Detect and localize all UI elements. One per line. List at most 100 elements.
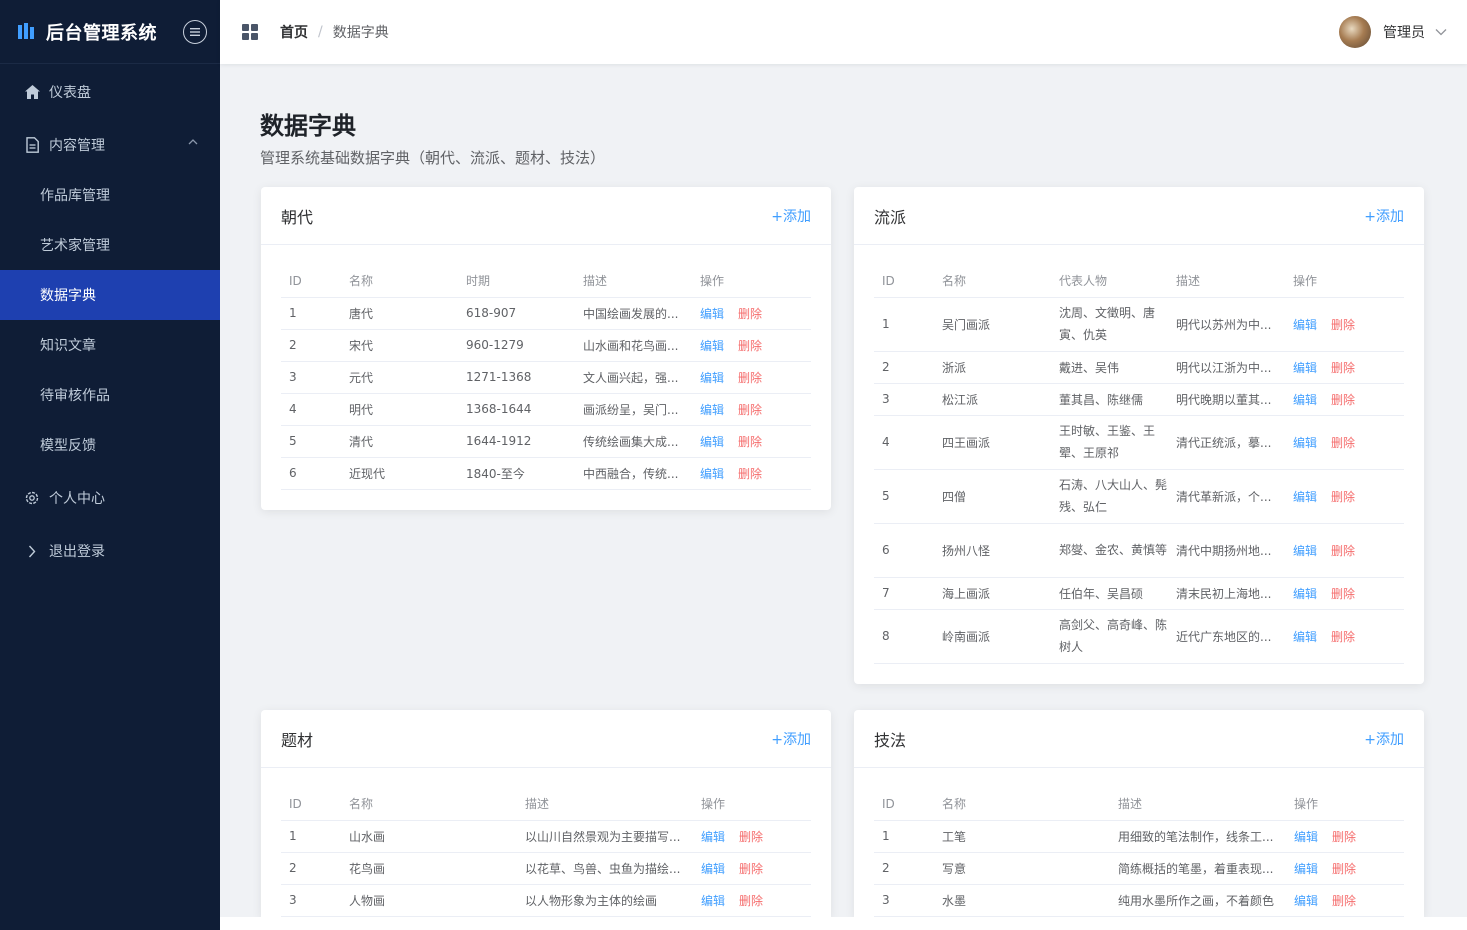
home-icon bbox=[24, 84, 40, 100]
edit-link[interactable]: 编辑 bbox=[700, 307, 724, 321]
edit-link[interactable]: 编辑 bbox=[701, 830, 725, 844]
edit-link[interactable]: 编辑 bbox=[1293, 587, 1317, 601]
sidebar-item-artworks[interactable]: 作品库管理 bbox=[0, 170, 220, 220]
chevron-down-icon[interactable] bbox=[1435, 28, 1447, 36]
delete-link[interactable]: 删除 bbox=[738, 435, 762, 449]
sidebar-item-feedback[interactable]: 模型反馈 bbox=[0, 420, 220, 470]
sidebar-item-artists[interactable]: 艺术家管理 bbox=[0, 220, 220, 270]
sidebar-item-content[interactable]: 内容管理 bbox=[0, 120, 220, 170]
cell-desc: 用细致的笔法制作，线条工... bbox=[1110, 820, 1286, 853]
sidebar-item-pending[interactable]: 待审核作品 bbox=[0, 370, 220, 420]
add-dynasty-button[interactable]: +添加 bbox=[771, 206, 811, 226]
delete-link[interactable]: 删除 bbox=[1331, 587, 1355, 601]
breadcrumb-home[interactable]: 首页 bbox=[280, 22, 308, 42]
delete-link[interactable]: 删除 bbox=[738, 371, 762, 385]
sidebar-item-profile[interactable]: 个人中心 bbox=[0, 473, 220, 523]
cell-name: 水墨 bbox=[934, 884, 1110, 917]
cell-name: 山水画 bbox=[341, 820, 517, 853]
cell-period: 960-1279 bbox=[458, 329, 575, 362]
user-menu[interactable]: 管理员 bbox=[1339, 16, 1447, 48]
edit-link[interactable]: 编辑 bbox=[700, 435, 724, 449]
cell-desc: 清代中期扬州地... bbox=[1168, 523, 1285, 578]
column-header: 名称 bbox=[341, 265, 458, 298]
delete-link[interactable]: 删除 bbox=[1332, 894, 1356, 908]
edit-link[interactable]: 编辑 bbox=[1293, 318, 1317, 332]
edit-link[interactable]: 编辑 bbox=[1293, 436, 1317, 450]
cell-period: 618-907 bbox=[458, 297, 575, 330]
menu-toggle-icon[interactable] bbox=[183, 19, 207, 44]
avatar[interactable] bbox=[1339, 16, 1371, 48]
column-header: ID bbox=[281, 265, 341, 298]
edit-link[interactable]: 编辑 bbox=[1293, 630, 1317, 644]
cell-desc: 以花草、鸟兽、虫鱼为描绘... bbox=[517, 852, 693, 885]
delete-link[interactable]: 删除 bbox=[1332, 862, 1356, 876]
cell-period: 1644-1912 bbox=[458, 425, 575, 458]
cell-name: 松江派 bbox=[934, 383, 1051, 416]
add-school-button[interactable]: +添加 bbox=[1364, 206, 1404, 226]
brand-title: 后台管理系统 bbox=[46, 22, 157, 44]
column-header: 名称 bbox=[934, 265, 1051, 298]
cell-name: 人物画 bbox=[341, 884, 517, 917]
delete-link[interactable]: 删除 bbox=[738, 307, 762, 321]
column-header: 时期 bbox=[458, 265, 575, 298]
table-row: 3 水墨 纯用水墨所作之画，不着颜色 编辑 删除 bbox=[874, 884, 1404, 917]
delete-link[interactable]: 删除 bbox=[739, 894, 763, 908]
gear-icon bbox=[24, 490, 40, 506]
cell-name: 四王画派 bbox=[934, 415, 1051, 470]
edit-link[interactable]: 编辑 bbox=[1293, 544, 1317, 558]
edit-link[interactable]: 编辑 bbox=[1293, 490, 1317, 504]
edit-link[interactable]: 编辑 bbox=[700, 467, 724, 481]
sidebar: 后台管理系统 仪表盘 内容管理 作品库管理 艺术家管理 数据字典 知识文章 待审… bbox=[0, 0, 220, 930]
edit-link[interactable]: 编辑 bbox=[700, 371, 724, 385]
sidebar-item-logout[interactable]: 退出登录 bbox=[0, 526, 220, 576]
sidebar-item-dictionary[interactable]: 数据字典 bbox=[0, 270, 220, 320]
delete-link[interactable]: 删除 bbox=[1331, 490, 1355, 504]
table-row: 1 工笔 用细致的笔法制作，线条工... 编辑 删除 bbox=[874, 820, 1404, 853]
delete-link[interactable]: 删除 bbox=[1331, 318, 1355, 332]
edit-link[interactable]: 编辑 bbox=[1294, 862, 1318, 876]
edit-link[interactable]: 编辑 bbox=[701, 894, 725, 908]
table-header-row: ID 名称 描述 操作 bbox=[281, 788, 811, 821]
edit-link[interactable]: 编辑 bbox=[700, 339, 724, 353]
table-row: 1 吴门画派 沈周、文徵明、唐寅、仇英 明代以苏州为中... 编辑 删除 bbox=[874, 297, 1404, 352]
table-row: 3 人物画 以人物形象为主体的绘画 编辑 删除 bbox=[281, 884, 811, 917]
delete-link[interactable]: 删除 bbox=[738, 403, 762, 417]
delete-link[interactable]: 删除 bbox=[1331, 393, 1355, 407]
add-subject-button[interactable]: +添加 bbox=[771, 729, 811, 749]
edit-link[interactable]: 编辑 bbox=[1293, 393, 1317, 407]
delete-link[interactable]: 删除 bbox=[1332, 830, 1356, 844]
sidebar-item-label: 模型反馈 bbox=[40, 438, 96, 454]
edit-link[interactable]: 编辑 bbox=[700, 403, 724, 417]
delete-link[interactable]: 删除 bbox=[738, 339, 762, 353]
cell-desc: 清末民初上海地... bbox=[1168, 577, 1285, 610]
user-name[interactable]: 管理员 bbox=[1383, 22, 1425, 42]
edit-link[interactable]: 编辑 bbox=[701, 862, 725, 876]
delete-link[interactable]: 删除 bbox=[1331, 544, 1355, 558]
cell-id: 1 bbox=[874, 297, 934, 352]
column-header: 描述 bbox=[517, 788, 693, 821]
delete-link[interactable]: 删除 bbox=[1331, 630, 1355, 644]
delete-link[interactable]: 删除 bbox=[738, 467, 762, 481]
cell-id: 3 bbox=[281, 884, 341, 917]
chevron-right-icon bbox=[24, 543, 40, 559]
cell-id: 6 bbox=[281, 457, 341, 490]
sidebar-item-articles[interactable]: 知识文章 bbox=[0, 320, 220, 370]
column-header: 描述 bbox=[575, 265, 692, 298]
edit-link[interactable]: 编辑 bbox=[1294, 894, 1318, 908]
edit-link[interactable]: 编辑 bbox=[1293, 361, 1317, 375]
sidebar-item-label: 待审核作品 bbox=[40, 388, 110, 404]
delete-link[interactable]: 删除 bbox=[739, 862, 763, 876]
cell-name: 近现代 bbox=[341, 457, 458, 490]
apps-grid-icon[interactable] bbox=[242, 24, 258, 40]
sidebar-item-label: 艺术家管理 bbox=[40, 238, 110, 254]
add-technique-button[interactable]: +添加 bbox=[1364, 729, 1404, 749]
table-row: 5 四僧 石涛、八大山人、髡残、弘仁 清代革新派，个... 编辑 删除 bbox=[874, 469, 1404, 524]
edit-link[interactable]: 编辑 bbox=[1294, 830, 1318, 844]
delete-link[interactable]: 删除 bbox=[1331, 436, 1355, 450]
delete-link[interactable]: 删除 bbox=[739, 830, 763, 844]
cell-id: 6 bbox=[874, 523, 934, 578]
table-row: 1 唐代 618-907 中国绘画发展的... 编辑 删除 bbox=[281, 297, 811, 330]
cell-representatives: 董其昌、陈继儒 bbox=[1051, 383, 1168, 416]
delete-link[interactable]: 删除 bbox=[1331, 361, 1355, 375]
sidebar-item-dashboard[interactable]: 仪表盘 bbox=[0, 67, 220, 117]
